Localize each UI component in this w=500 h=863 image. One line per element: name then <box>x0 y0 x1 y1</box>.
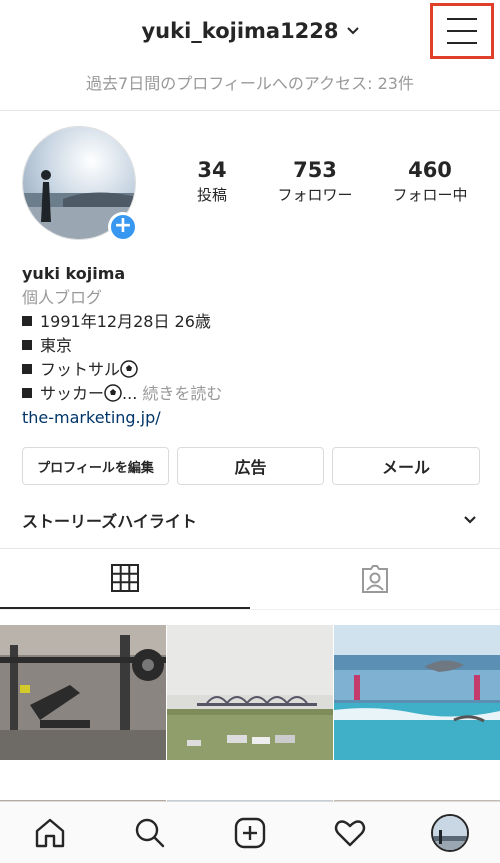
tab-grid[interactable] <box>0 549 250 609</box>
heart-icon <box>334 819 366 846</box>
posts-label: 投稿 <box>196 186 227 204</box>
display-name: yuki kojima <box>22 264 126 283</box>
following-label: フォロー中 <box>392 186 468 204</box>
profile-actions: プロフィールを編集 広告 メール <box>22 447 480 485</box>
nav-add[interactable] <box>226 809 274 857</box>
square-bullet-icon <box>22 316 32 326</box>
stat-following[interactable]: 460 フォロー中 <box>372 158 488 205</box>
profile-category: 個人ブログ <box>22 288 103 307</box>
post-thumbnail-riverside[interactable] <box>167 625 333 760</box>
username: yuki_kojima1228 <box>141 19 339 43</box>
posts-count: 34 <box>197 158 227 182</box>
stat-posts[interactable]: 34 投稿 <box>166 158 258 205</box>
chevron-down-icon <box>346 27 359 35</box>
profile-bio: yuki kojima 個人ブログ 1991年12月28日 26歳 東京 フット… <box>22 262 482 430</box>
edit-profile-button[interactable]: プロフィールを編集 <box>22 447 169 485</box>
profile-avatar-wrap[interactable]: + <box>22 126 138 242</box>
profile-tabs <box>0 549 500 609</box>
nav-profile[interactable] <box>426 809 474 857</box>
tab-tagged[interactable] <box>250 549 500 609</box>
followers-label: フォロワー <box>277 186 353 204</box>
square-bullet-icon <box>22 364 32 374</box>
stat-followers[interactable]: 753 フォロワー <box>258 158 372 205</box>
home-icon <box>35 818 65 847</box>
read-more-link[interactable]: 続きを読む <box>142 384 222 403</box>
bio-line: 1991年12月28日 26歳 <box>22 310 482 334</box>
profile-stats: 34 投稿 753 フォロワー 460 フォロー中 <box>166 158 488 205</box>
website-link[interactable]: the-marketing.jp/ <box>22 406 482 430</box>
nav-search[interactable] <box>126 809 174 857</box>
following-count: 460 <box>408 158 452 182</box>
post-grid <box>0 625 500 810</box>
top-header: yuki_kojima1228 <box>0 0 500 60</box>
post-thumbnail-gym[interactable] <box>0 625 166 760</box>
add-post-icon <box>234 817 266 848</box>
profile-access-insight[interactable]: 過去7日間のプロフィールへのアクセス: 23件 <box>0 70 500 94</box>
ellipsis: ... <box>122 384 138 403</box>
grid-icon <box>111 564 139 592</box>
post-thumbnail-dolphin[interactable] <box>334 625 500 760</box>
hamburger-menu-icon[interactable] <box>430 3 494 59</box>
bio-line: フットサル <box>22 358 482 382</box>
email-button[interactable]: メール <box>332 447 480 485</box>
nav-activity[interactable] <box>326 809 374 857</box>
access-label: 過去7日間のプロフィールへのアクセス: <box>86 74 378 93</box>
ads-button[interactable]: 広告 <box>177 447 324 485</box>
soccer-ball-icon <box>104 384 122 402</box>
account-switcher[interactable]: yuki_kojima1228 <box>141 19 359 43</box>
divider <box>0 609 500 610</box>
chevron-down-icon <box>464 516 476 524</box>
tagged-person-icon <box>362 565 388 593</box>
bottom-navigation <box>0 801 500 863</box>
followers-count: 753 <box>293 158 337 182</box>
square-bullet-icon <box>22 388 32 398</box>
highlights-title: ストーリーズハイライト <box>22 512 197 531</box>
profile-avatar <box>431 813 469 852</box>
square-bullet-icon <box>22 340 32 350</box>
search-icon <box>135 818 165 847</box>
bio-line: 東京 <box>22 334 482 358</box>
add-story-plus-icon[interactable]: + <box>108 212 138 242</box>
bio-line: サッカー... 続きを読む <box>22 382 482 406</box>
divider <box>0 110 500 111</box>
nav-home[interactable] <box>26 809 74 857</box>
access-count: 23件 <box>377 74 414 93</box>
soccer-ball-icon <box>120 360 138 378</box>
story-highlights-toggle[interactable]: ストーリーズハイライト <box>22 508 482 532</box>
